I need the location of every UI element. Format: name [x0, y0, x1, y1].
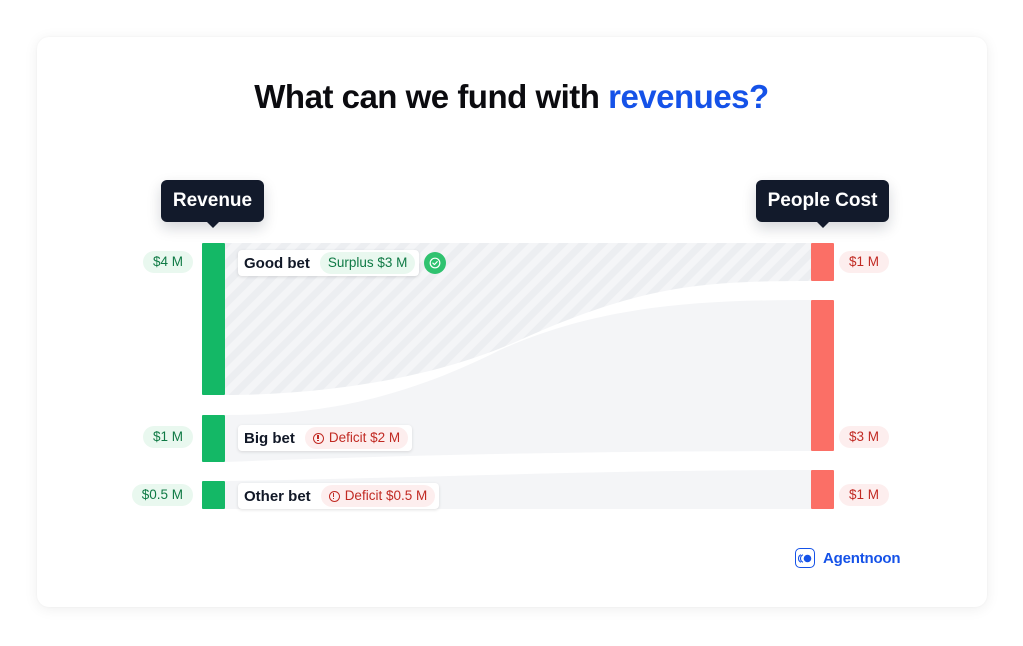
deficit-badge: Deficit $2 M	[304, 427, 409, 449]
check-circle-icon	[424, 252, 446, 274]
cost-node-other-bet[interactable]	[811, 470, 834, 509]
revenue-value-other-bet: $0.5 M	[131, 484, 193, 506]
cost-value-good-bet: $1 M	[839, 251, 890, 273]
bet-name: Good bet	[244, 254, 310, 272]
bet-name: Big bet	[244, 429, 295, 447]
bet-label-big-bet[interactable]: Big bet Deficit $2 M	[238, 425, 413, 451]
deficit-badge: Deficit $0.5 M	[320, 485, 436, 507]
revenue-node-big-bet[interactable]	[202, 415, 225, 462]
revenue-value-big-bet: $1 M	[142, 426, 193, 448]
alert-circle-icon	[312, 432, 324, 444]
alert-circle-icon	[328, 490, 340, 502]
deficit-text: Deficit $2 M	[328, 430, 401, 445]
cost-value-big-bet: $3 M	[839, 426, 890, 448]
brand-name: Agentnoon	[823, 549, 901, 567]
agentnoon-logo-icon	[795, 548, 815, 568]
cost-node-good-bet[interactable]	[811, 243, 834, 281]
surplus-text: Surplus $3 M	[327, 255, 408, 270]
cost-node-big-bet[interactable]	[811, 300, 834, 451]
revenue-node-good-bet[interactable]	[202, 243, 225, 395]
bet-label-good-bet[interactable]: Good bet Surplus $3 M	[238, 250, 420, 276]
revenue-node-other-bet[interactable]	[202, 481, 225, 509]
brand: Agentnoon	[795, 548, 901, 568]
bet-label-other-bet[interactable]: Other bet Deficit $0.5 M	[238, 483, 440, 509]
revenue-value-good-bet: $4 M	[142, 251, 193, 273]
cost-value-other-bet: $1 M	[839, 484, 890, 506]
deficit-text: Deficit $0.5 M	[344, 488, 428, 503]
surplus-badge: Surplus $3 M	[319, 252, 416, 274]
bet-name: Other bet	[244, 487, 311, 505]
